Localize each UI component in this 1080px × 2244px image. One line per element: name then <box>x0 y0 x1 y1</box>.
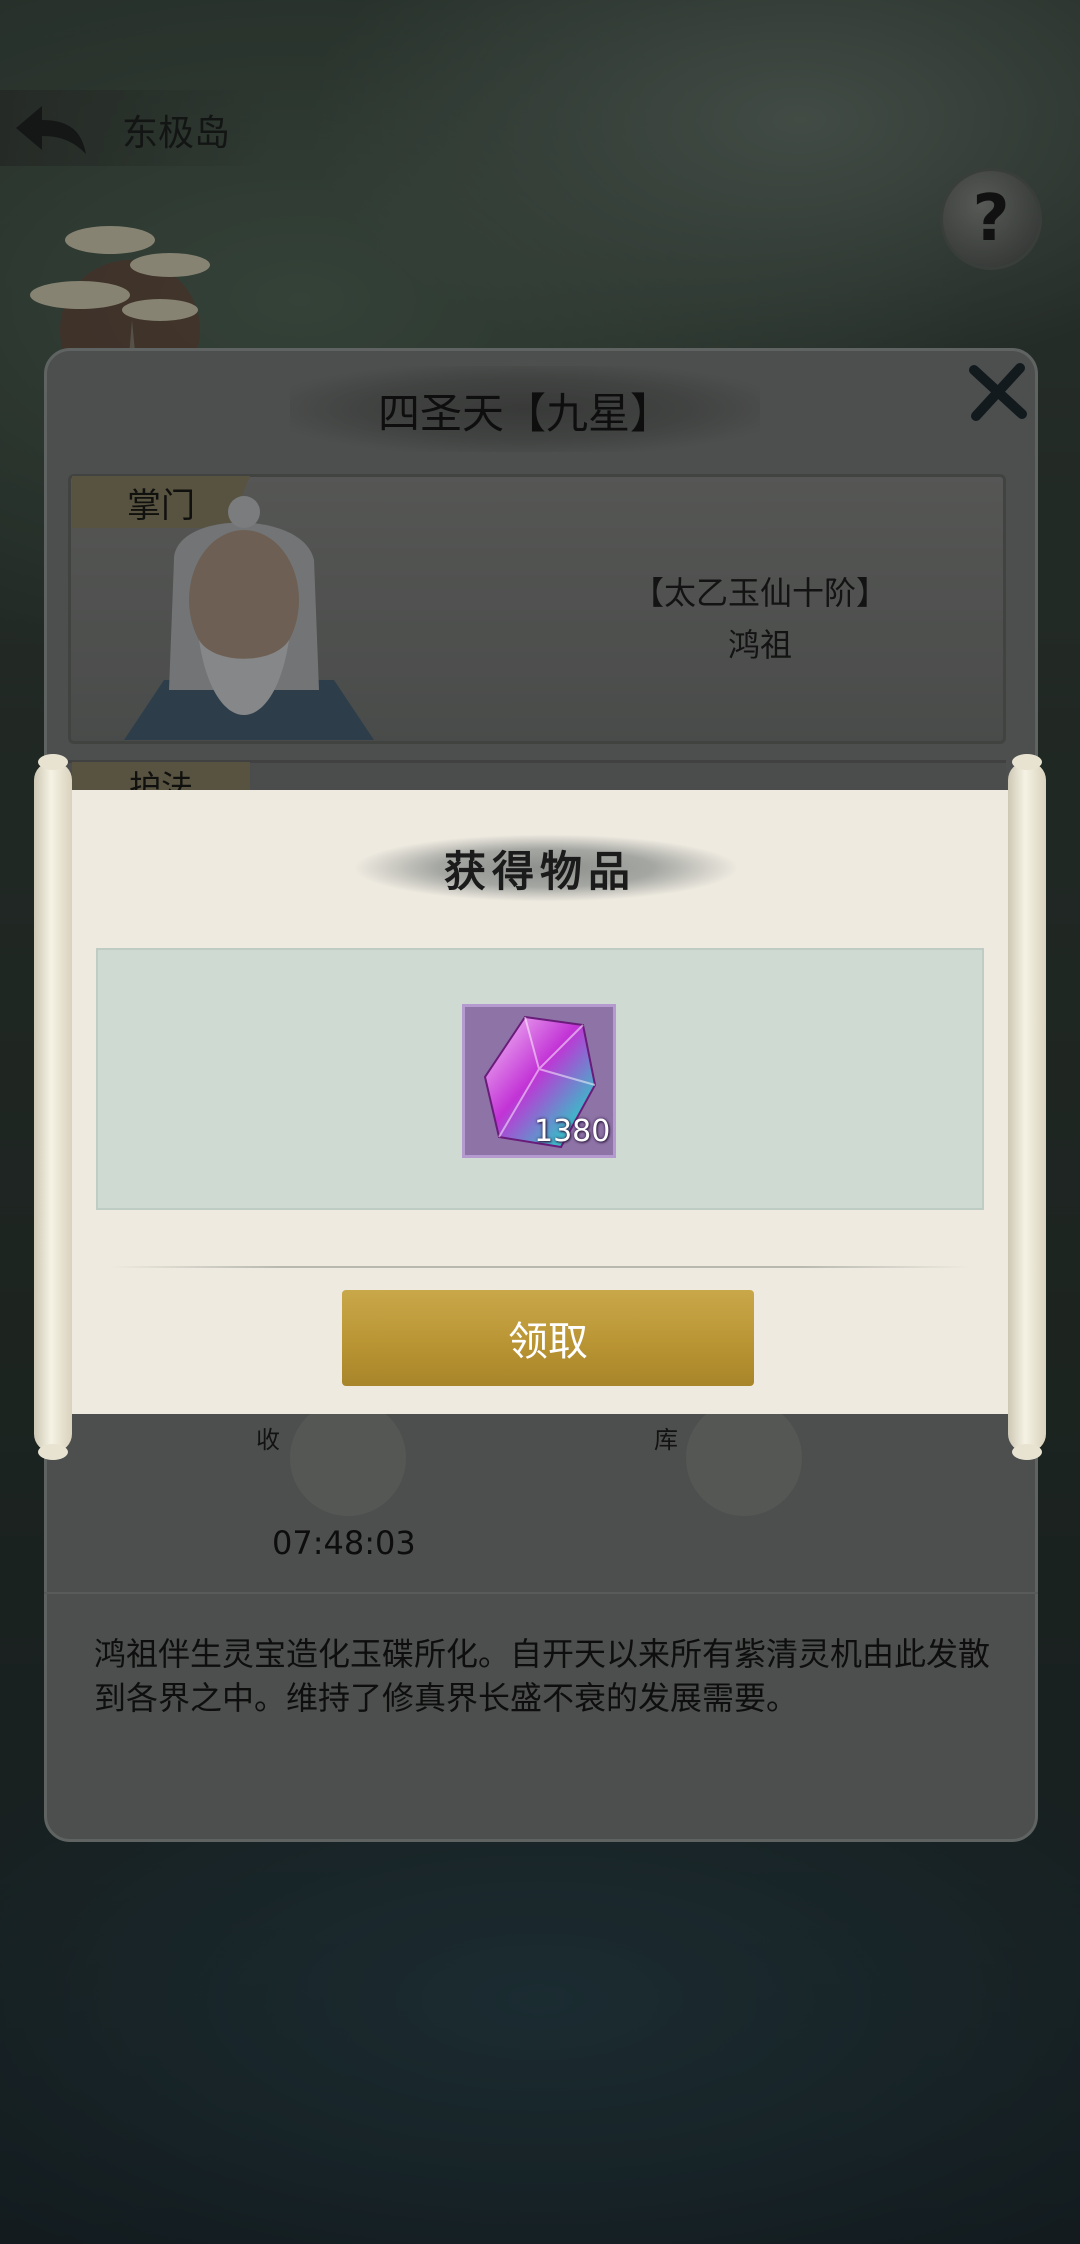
reward-item-count: 1380 <box>534 1114 611 1149</box>
scroll-rod-left <box>34 754 72 1460</box>
scroll-rod-right <box>1008 754 1046 1460</box>
reward-title: 获得物品 <box>443 847 636 896</box>
modal-separator <box>110 1266 970 1268</box>
claim-button[interactable]: 领取 <box>342 1290 754 1386</box>
